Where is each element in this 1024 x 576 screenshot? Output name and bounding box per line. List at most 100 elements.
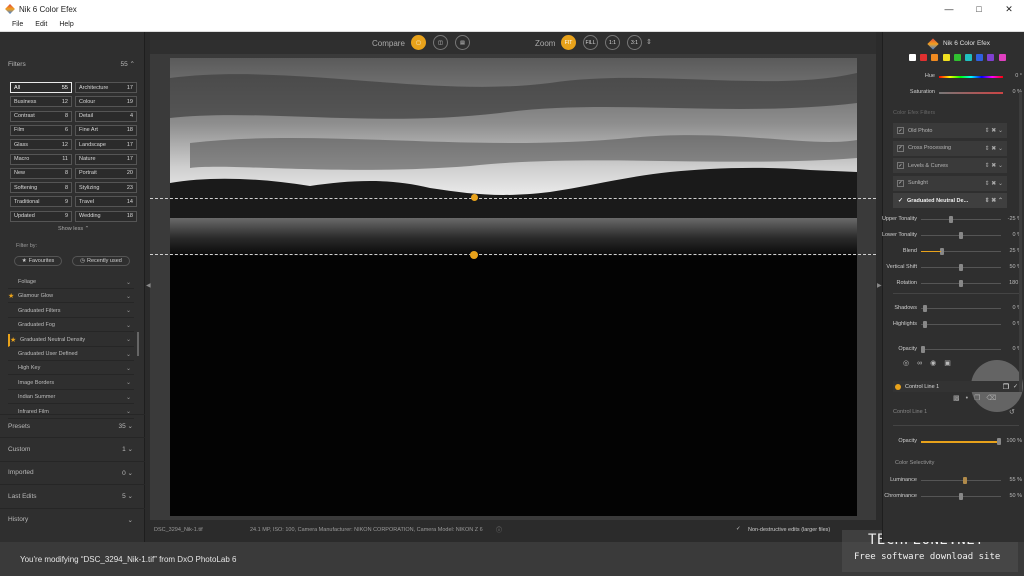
reset-icon[interactable]: ↺ (1009, 408, 1015, 416)
link-icon[interactable]: ∞ (917, 360, 930, 367)
minimize-button[interactable]: — (934, 0, 964, 18)
color-swatch[interactable] (909, 54, 916, 61)
category-chip[interactable]: Updated 9 (10, 210, 72, 222)
dot-icon[interactable]: • (966, 395, 974, 402)
filter-list-item[interactable]: Graduated Filters ⌄ (8, 305, 134, 318)
category-chip[interactable]: Softening 8 (10, 182, 72, 194)
chevron-down-icon[interactable]: ⌄ (126, 293, 131, 300)
compare-split-button[interactable]: ▢ (411, 35, 426, 50)
upper-guide-line[interactable] (150, 198, 876, 199)
category-chip[interactable]: Colour 19 (75, 96, 137, 108)
slider-thumb[interactable] (959, 232, 963, 239)
maximize-button[interactable]: □ (964, 0, 994, 18)
slider-track[interactable] (921, 216, 1001, 223)
chevron-down-icon[interactable]: ⌄ (126, 379, 131, 386)
checkbox-checked-icon[interactable]: ✓ (897, 127, 904, 134)
chrominance-slider[interactable]: Chrominance 50 % (883, 490, 1024, 502)
category-chip[interactable]: Architecture 17 (75, 82, 137, 93)
filters-header[interactable]: Filters 55 ⌃ (0, 60, 145, 69)
color-swatch[interactable] (976, 54, 984, 61)
chrominance-track[interactable] (921, 493, 1001, 500)
chrominance-thumb[interactable] (959, 493, 963, 500)
filter-slider[interactable]: Blend 25 % (883, 245, 1024, 257)
category-chip[interactable]: Wedding 18 (75, 210, 137, 222)
menu-file[interactable]: File (0, 21, 29, 28)
checkmark-icon[interactable]: ✓ (1013, 383, 1018, 390)
active-filter-row[interactable]: ✓ Graduated Neutral De... ⇕ ✖ ⌃ (893, 193, 1007, 208)
category-chip[interactable]: Macro 11 (10, 153, 72, 165)
left-section-row[interactable]: History ⌄ (0, 507, 145, 531)
color-swatch[interactable] (987, 54, 995, 61)
filter-list-item[interactable]: Graduated User Defined ⌄ (8, 348, 134, 361)
category-chip[interactable]: Travel 14 (75, 196, 137, 208)
filter-list-item[interactable]: ★ Glamour Glow ⌄ (8, 290, 134, 304)
chevron-down-icon[interactable]: ⌄ (126, 336, 131, 343)
chevron-down-icon[interactable]: ⌄ (126, 365, 131, 372)
slider-track[interactable] (921, 264, 1001, 271)
favourites-button[interactable]: ★ Favourites (14, 256, 62, 266)
hue-slider[interactable]: Hue 0 ° (883, 70, 1024, 82)
category-chip[interactable]: Traditional 9 (10, 196, 72, 208)
chevron-down-icon[interactable]: ⌄ (126, 322, 131, 329)
filter-list-item[interactable]: Foliage ⌄ (8, 276, 134, 289)
color-swatch[interactable] (931, 54, 939, 61)
compare-side-button[interactable]: ◫ (433, 35, 448, 50)
chevron-down-icon[interactable]: ⌄ (126, 279, 131, 286)
zoom-fill-button[interactable]: FILL (583, 35, 598, 50)
opacity-track[interactable] (921, 346, 1001, 353)
menu-edit[interactable]: Edit (29, 21, 53, 28)
checkmark-icon[interactable]: ✓ (736, 526, 741, 532)
color-swatch[interactable] (920, 54, 928, 61)
slider-track[interactable] (921, 232, 1001, 239)
filter-stack-row[interactable]: ✓ Old Photo ⇕ ✖ ⌄ (893, 123, 1007, 138)
chevron-down-icon[interactable]: ⌄ (126, 307, 131, 314)
close-button[interactable]: ✕ (994, 0, 1024, 18)
color-swatch[interactable] (998, 54, 1006, 61)
left-section-row[interactable]: Presets 35 ⌄ (0, 414, 145, 437)
category-chip[interactable]: Portrait 20 (75, 167, 137, 179)
copy-icon[interactable]: ❐ (974, 395, 986, 402)
opacity-slider[interactable]: Opacity 0 % (883, 343, 1024, 355)
chevron-down-icon[interactable]: ⌄ (126, 351, 131, 358)
color-swatch[interactable] (942, 54, 950, 61)
trash-icon[interactable]: ⌫ (986, 395, 1002, 402)
left-section-row[interactable]: Imported 0 ⌄ (0, 460, 145, 484)
star-icon[interactable]: ★ (10, 336, 20, 344)
color-swatch[interactable] (953, 54, 961, 61)
control-line-opacity-slider[interactable]: Opacity 100 % (883, 435, 1024, 447)
category-chip[interactable]: Film 6 (10, 124, 72, 136)
star-icon[interactable]: ★ (8, 292, 18, 300)
color-swatch[interactable] (965, 54, 972, 61)
recently-used-button[interactable]: ◷ Recently used (72, 256, 130, 266)
category-chip[interactable]: All 55 (10, 82, 72, 93)
cl-opacity-thumb[interactable] (997, 438, 1001, 445)
chat-icon[interactable]: ▣ (944, 360, 959, 367)
category-chip[interactable]: Landscape 17 (75, 139, 137, 151)
menu-help[interactable]: Help (53, 21, 79, 28)
luminance-track[interactable] (921, 477, 1001, 484)
filter-list-scrollbar[interactable] (137, 332, 139, 356)
filter-slider[interactable]: Vertical Shift 50 % (883, 261, 1024, 273)
duplicate-icon[interactable]: ❐ (1003, 383, 1009, 391)
filter-slider[interactable]: Rotation 180 ° (883, 277, 1024, 289)
row-actions-icon[interactable]: ⇕ ✖ ⌄ (985, 145, 1003, 152)
slider-thumb[interactable] (922, 321, 927, 328)
checkbox-checked-icon[interactable]: ✓ (897, 179, 904, 187)
slider-track[interactable] (921, 305, 1001, 312)
category-chip[interactable]: Glass 12 (10, 139, 72, 151)
slider-thumb[interactable] (959, 280, 963, 287)
upper-guide-handle[interactable] (471, 194, 478, 201)
hue-track[interactable] (939, 76, 1003, 78)
filter-list-item[interactable]: Graduated Fog ⌄ (8, 319, 134, 333)
checkbox-checked-icon[interactable]: ✓ (897, 162, 904, 169)
slider-track[interactable] (921, 248, 1001, 255)
filter-stack-row[interactable]: ✓ Levels & Curves ⇕ ✖ ⌄ (893, 158, 1007, 173)
collapse-left-icon[interactable]: ◀ (146, 282, 151, 289)
row-actions-icon[interactable]: ⇕ ✖ ⌃ (985, 197, 1003, 204)
lower-guide-line[interactable] (150, 254, 876, 255)
saturation-track[interactable] (939, 92, 1003, 94)
row-actions-icon[interactable]: ⇕ ✖ ⌄ (985, 127, 1003, 134)
luminance-slider[interactable]: Luminance 55 % (883, 474, 1024, 486)
chevron-down-icon[interactable]: ⌄ (126, 394, 131, 401)
show-less-link[interactable]: Show less ⌃ (58, 226, 89, 232)
